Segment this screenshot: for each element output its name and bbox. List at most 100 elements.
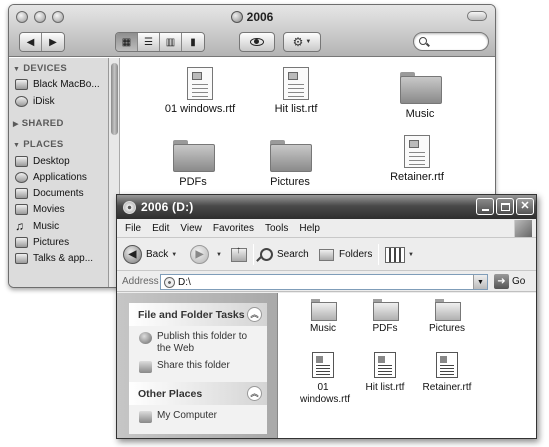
file-item[interactable]: 01 windows.rtf — [150, 67, 250, 115]
forward-arrow-icon: ▶ — [190, 245, 209, 264]
columns-icon: ▥ — [165, 36, 176, 48]
folders-icon — [319, 248, 334, 261]
sidebar-item-idisk[interactable]: iDisk — [15, 94, 55, 109]
back-button[interactable]: ◀ — [20, 33, 42, 51]
toolbar-separator — [253, 244, 254, 265]
disclosure-triangle-icon: ▼ — [13, 66, 21, 73]
sidebar-section-devices[interactable]: ▼ DEVICES — [13, 63, 67, 74]
go-button[interactable]: ➜ Go — [494, 274, 525, 289]
toolbar-separator — [378, 244, 379, 265]
menu-view[interactable]: View — [180, 223, 202, 234]
sidebar-section-shared[interactable]: ▶ SHARED — [13, 118, 64, 129]
address-dropdown-button[interactable]: ▼ — [473, 275, 487, 289]
sidebar-item-desktop[interactable]: Desktop — [15, 154, 70, 169]
folder-up-icon: ↑ — [231, 245, 247, 262]
search-button[interactable]: Search — [256, 244, 309, 265]
menu-file[interactable]: File — [125, 223, 141, 234]
task-pane: File and Folder Tasks ︽ Publish this fold… — [117, 293, 277, 438]
address-field[interactable]: D:\ ▼ — [160, 274, 488, 290]
folders-button[interactable]: Folders — [319, 244, 372, 265]
forward-button[interactable]: ▶ — [42, 33, 64, 51]
action-menu-button[interactable]: ⚙ ▼ — [283, 32, 321, 52]
laptop-icon — [15, 79, 28, 90]
sidebar-section-places[interactable]: ▼ PLACES — [13, 139, 64, 150]
sidebar-item-music[interactable]: ♫ Music — [15, 219, 59, 234]
search-icon — [256, 248, 273, 262]
idisk-icon — [15, 96, 28, 107]
collapse-chevron-icon[interactable]: ︽ — [247, 386, 262, 401]
rtf-document-icon — [283, 67, 309, 100]
file-item[interactable]: Hit list.rtf — [353, 352, 417, 394]
publish-folder-link[interactable]: Publish this folder to the Web — [139, 331, 261, 355]
disclosure-triangle-icon: ▶ — [13, 121, 19, 128]
folder-item[interactable]: Pictures — [415, 299, 479, 335]
folder-item[interactable]: Pictures — [240, 140, 340, 188]
chevron-down-icon: ▼ — [305, 39, 312, 45]
chevron-down-icon: ▼ — [216, 251, 222, 258]
film-icon — [15, 204, 28, 215]
file-item[interactable]: 01 windows.rtf — [291, 352, 355, 406]
file-item[interactable]: Retainer.rtf — [415, 352, 479, 394]
desktop-icon — [15, 156, 28, 167]
collapse-chevron-icon[interactable]: ︽ — [247, 307, 262, 322]
rtf-document-icon — [374, 352, 396, 378]
menu-edit[interactable]: Edit — [152, 223, 169, 234]
sidebar-item-macbook[interactable]: Black MacBo... — [15, 77, 100, 92]
folder-item[interactable]: PDFs — [143, 140, 243, 188]
folder-icon — [435, 299, 461, 321]
explorer-window: 2006 (D:) ✕ File Edit View Favorites Too… — [116, 194, 537, 439]
folder-icon — [400, 72, 442, 104]
rtf-document-icon — [187, 67, 213, 100]
folder-icon — [15, 253, 28, 264]
search-icon — [419, 37, 427, 45]
back-button[interactable]: ◀ Back ▼ — [123, 244, 177, 265]
sidebar-item-movies[interactable]: Movies — [15, 202, 65, 217]
finder-toolbar: 2006 ◀ ▶ ▦ ☰ ▥ ▮ ⚙ ▼ — [9, 5, 495, 57]
address-label: Address — [122, 276, 159, 287]
views-button[interactable]: ▼ — [385, 244, 414, 265]
other-places-panel: Other Places ︽ My Computer — [129, 382, 267, 434]
address-bar: Address D:\ ▼ ➜ Go — [117, 272, 536, 292]
coverflow-icon: ▮ — [190, 36, 196, 48]
list-view-button[interactable]: ☰ — [138, 33, 160, 51]
sidebar-item-pictures[interactable]: Pictures — [15, 235, 69, 250]
menu-help[interactable]: Help — [299, 223, 320, 234]
forward-button[interactable]: ▶ ▼ — [190, 244, 222, 265]
share-folder-link[interactable]: Share this folder — [139, 360, 261, 373]
sidebar-item-documents[interactable]: Documents — [15, 186, 84, 201]
panel-header[interactable]: Other Places ︽ — [129, 382, 267, 405]
camera-icon — [15, 237, 28, 248]
folder-item[interactable]: Music — [291, 299, 355, 335]
sidebar-item-applications[interactable]: Applications — [15, 170, 87, 185]
menu-tools[interactable]: Tools — [265, 223, 288, 234]
search-field[interactable] — [413, 32, 489, 51]
folder-item[interactable]: PDFs — [353, 299, 417, 335]
icon-view-button[interactable]: ▦ — [116, 33, 138, 51]
back-arrow-icon: ◀ — [123, 245, 142, 264]
folder-icon — [311, 299, 337, 321]
file-item[interactable]: Hit list.rtf — [246, 67, 346, 115]
music-note-icon: ♫ — [15, 219, 24, 233]
quick-look-button[interactable] — [239, 32, 275, 52]
menu-favorites[interactable]: Favorites — [213, 223, 254, 234]
up-folder-button[interactable]: ↑ — [231, 244, 247, 265]
chevron-down-icon: ▼ — [408, 251, 414, 258]
column-view-button[interactable]: ▥ — [160, 33, 182, 51]
folder-icon — [270, 140, 312, 172]
eye-icon — [250, 38, 264, 46]
file-item[interactable]: Retainer.rtf — [367, 135, 467, 183]
minimize-button[interactable] — [476, 198, 494, 215]
folder-item[interactable]: Music — [370, 72, 470, 120]
close-icon: ✕ — [520, 200, 530, 212]
sidebar-item-talks[interactable]: Talks & app... — [15, 251, 93, 266]
maximize-button[interactable] — [496, 198, 514, 215]
close-button[interactable]: ✕ — [516, 198, 534, 215]
my-computer-link[interactable]: My Computer — [139, 410, 261, 423]
panel-header[interactable]: File and Folder Tasks ︽ — [129, 303, 267, 326]
cd-drive-icon — [164, 276, 175, 288]
coverflow-view-button[interactable]: ▮ — [182, 33, 204, 51]
explorer-title-bar[interactable]: 2006 (D:) ✕ — [117, 195, 536, 219]
chevron-down-icon: ▼ — [171, 251, 178, 258]
toolbar-toggle-button[interactable] — [467, 11, 487, 21]
scrollbar-thumb[interactable] — [111, 63, 118, 135]
